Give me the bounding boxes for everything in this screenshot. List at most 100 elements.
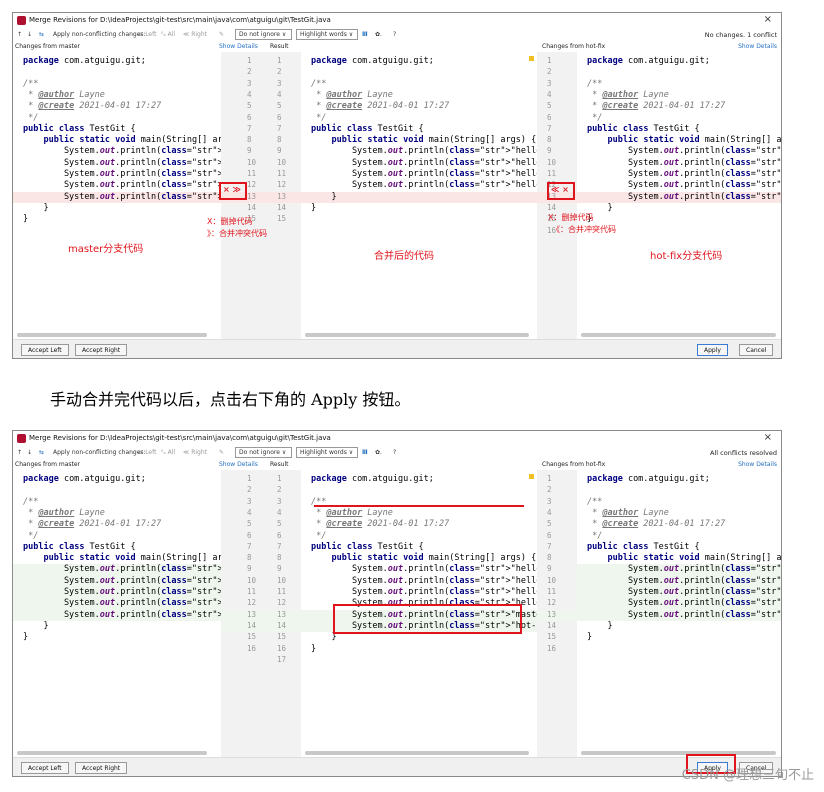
merge-dialog-before: Merge Revisions for D:\IdeaProjects\git-…: [12, 12, 782, 359]
line-number: 5: [547, 519, 552, 529]
gutter-line: 55: [221, 519, 301, 530]
right-conflict-actions[interactable]: ≪ ×: [551, 185, 569, 194]
settings-icon[interactable]: ✿.: [375, 31, 382, 38]
left-label: Changes from master: [15, 461, 81, 468]
help-icon[interactable]: ?: [393, 449, 396, 456]
accept-right-button[interactable]: Accept Right: [75, 344, 128, 356]
accept-left-button[interactable]: Accept Left: [21, 344, 69, 356]
right-editor-pane[interactable]: package com.atguigu.git; /** * @author La…: [577, 52, 782, 339]
left-editor-pane[interactable]: package com.atguigu.git; /** * @author La…: [13, 470, 221, 757]
gutter-line: 4: [537, 508, 577, 519]
line-number: 9: [247, 564, 252, 574]
horizontal-scrollbar[interactable]: [305, 333, 529, 337]
show-details-right-link[interactable]: Show Details: [738, 43, 777, 50]
help-icon[interactable]: ?: [393, 31, 396, 38]
line-number: 4: [547, 89, 552, 99]
apply-all-button[interactable]: ⁰ₐ All: [161, 449, 175, 456]
left-conflict-actions[interactable]: × ≫: [223, 185, 241, 194]
line-number: 11: [547, 587, 557, 596]
horizontal-scrollbar[interactable]: [17, 751, 207, 755]
line-number: 1: [247, 56, 252, 65]
apply-left-button[interactable]: ≫ Left: [137, 449, 156, 456]
code-line: public class TestGit {: [587, 123, 700, 134]
apply-right-button[interactable]: ≪ Right: [183, 31, 207, 38]
settings-icon[interactable]: ✿.: [375, 449, 382, 456]
show-details-left-link[interactable]: Show Details: [219, 461, 258, 468]
line-number: 12: [247, 598, 257, 608]
code-line: System.out.println(class="str">"hello gi…: [587, 169, 782, 179]
line-number: 6: [277, 112, 282, 122]
horizontal-scrollbar[interactable]: [581, 333, 776, 337]
line-number: 5: [247, 101, 252, 111]
line-number: 16: [247, 643, 257, 653]
gutter-line: 99: [221, 564, 301, 575]
code-line: */: [311, 530, 327, 541]
button-bar: Accept Left Accept Right Apply Cancel: [13, 339, 781, 358]
accept-left-button[interactable]: Accept Left: [21, 762, 69, 774]
gutter-line: 2: [537, 67, 577, 78]
highlight-select[interactable]: Highlight words ∨: [296, 447, 358, 458]
gutter-line: 3: [537, 497, 577, 508]
line-number: 7: [547, 123, 552, 133]
apply-button[interactable]: Apply: [697, 344, 728, 356]
accept-right-button[interactable]: Accept Right: [75, 762, 128, 774]
close-icon[interactable]: ×: [764, 432, 772, 443]
code-line: }: [587, 620, 613, 631]
line-number: 3: [247, 78, 252, 88]
columns-icon[interactable]: Ⅲ: [362, 31, 368, 38]
line-number: 12: [547, 598, 557, 608]
close-icon[interactable]: ×: [764, 14, 772, 25]
code-line: public static void main(String[] args: [607, 135, 782, 146]
gutter-line: 88: [221, 135, 301, 146]
edit-icon[interactable]: ✎: [219, 449, 224, 456]
apply-nonconflicting-icon[interactable]: ⇆: [39, 449, 44, 456]
line-number: 14: [247, 202, 257, 212]
result-editor-pane[interactable]: package com.atguigu.git; /** * @author La…: [301, 52, 537, 339]
code-line: System.out.println(class="str">"hello gi…: [311, 575, 537, 586]
apply-all-button[interactable]: ⁰ₐ All: [161, 31, 175, 38]
ignore-select[interactable]: Do not ignore ∨: [235, 29, 292, 40]
gutter-line: 17: [221, 655, 301, 666]
code-line: * @create 2021-04-01 17:27: [587, 519, 726, 530]
line-number: 2: [547, 485, 552, 495]
merge-status: No changes. 1 conflict: [704, 31, 777, 39]
horizontal-scrollbar[interactable]: [305, 751, 529, 755]
gutter-line: 44: [221, 508, 301, 519]
gutter-line: 66: [221, 531, 301, 542]
next-change-icon[interactable]: ↓: [27, 31, 32, 38]
apply-left-button[interactable]: ≫ Left: [137, 31, 156, 38]
apply-nonconflicting-icon[interactable]: ⇆: [39, 31, 44, 38]
prev-change-icon[interactable]: ↑: [17, 449, 22, 456]
code-line: System.out.println(class="str">"hello gi…: [23, 564, 221, 575]
horizontal-scrollbar[interactable]: [17, 333, 207, 337]
horizontal-scrollbar[interactable]: [581, 751, 776, 755]
left-editor-pane[interactable]: package com.atguigu.git; /** * @author La…: [13, 52, 221, 339]
apply-right-button[interactable]: ≪ Right: [183, 449, 207, 456]
line-number: 1: [277, 474, 282, 483]
gutter-line: 8: [537, 135, 577, 146]
highlight-select[interactable]: Highlight words ∨: [296, 29, 358, 40]
change-marker-icon: [529, 56, 534, 61]
line-number: 11: [547, 169, 557, 178]
line-number: 8: [547, 135, 552, 145]
next-change-icon[interactable]: ↓: [27, 449, 32, 456]
columns-icon[interactable]: Ⅲ: [362, 449, 368, 456]
ignore-select[interactable]: Do not ignore ∨: [235, 447, 292, 458]
code-line: System.out.println(class="str">"hello gi…: [587, 157, 782, 168]
annotation-delete-left: X：删掉代码: [207, 217, 253, 226]
show-details-right-link[interactable]: Show Details: [738, 461, 777, 468]
line-number: 7: [247, 541, 252, 551]
code-line: public static void main(String[] args) {: [331, 553, 537, 564]
right-editor-pane[interactable]: package com.atguigu.git; /** * @author La…: [577, 470, 781, 757]
label-hotfix-branch: hot-fix分支代码: [650, 251, 723, 262]
show-details-left-link[interactable]: Show Details: [219, 43, 258, 50]
line-number: 12: [277, 180, 287, 190]
prev-change-icon[interactable]: ↑: [17, 31, 22, 38]
gutter-line: 9: [537, 146, 577, 157]
code-line: package com.atguigu.git;: [587, 474, 710, 484]
line-number: 13: [277, 191, 287, 201]
edit-icon[interactable]: ✎: [219, 31, 224, 38]
cancel-button[interactable]: Cancel: [739, 344, 774, 356]
code-line: System.out.println(class="str">"master t…: [23, 191, 221, 202]
code-line: System.out.println(class="str">"hello gi…: [587, 146, 782, 157]
